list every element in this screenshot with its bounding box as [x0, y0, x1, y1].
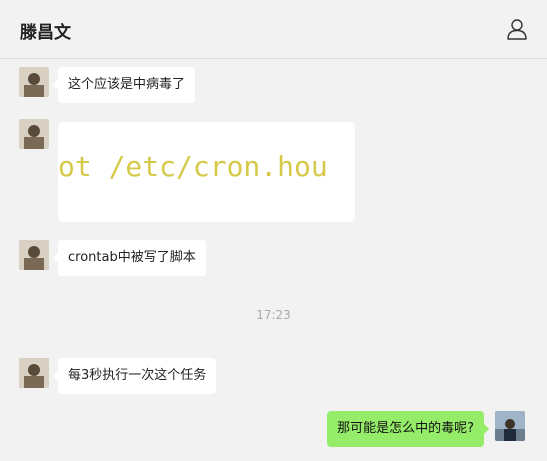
person-icon[interactable]: [505, 17, 529, 41]
image-message[interactable]: ot /etc/cron.hou: [58, 122, 355, 222]
avatar[interactable]: [19, 358, 49, 388]
avatar[interactable]: [19, 119, 49, 149]
message-bubble[interactable]: crontab中被写了脚本: [53, 240, 206, 276]
message-bubble-outgoing[interactable]: 那可能是怎么中的毒呢?: [327, 411, 489, 447]
image-message-text: ot /etc/cron.hou: [58, 150, 328, 183]
chat-header: 滕昌文: [0, 0, 547, 59]
avatar[interactable]: [19, 240, 49, 270]
message-bubble[interactable]: 这个应该是中病毒了: [52, 67, 196, 103]
timestamp: 17:23: [256, 308, 291, 322]
chat-title: 滕昌文: [20, 23, 71, 43]
message-bubble[interactable]: 每3秒执行一次这个任务: [52, 358, 217, 394]
avatar[interactable]: [495, 411, 525, 441]
avatar[interactable]: [19, 67, 49, 97]
